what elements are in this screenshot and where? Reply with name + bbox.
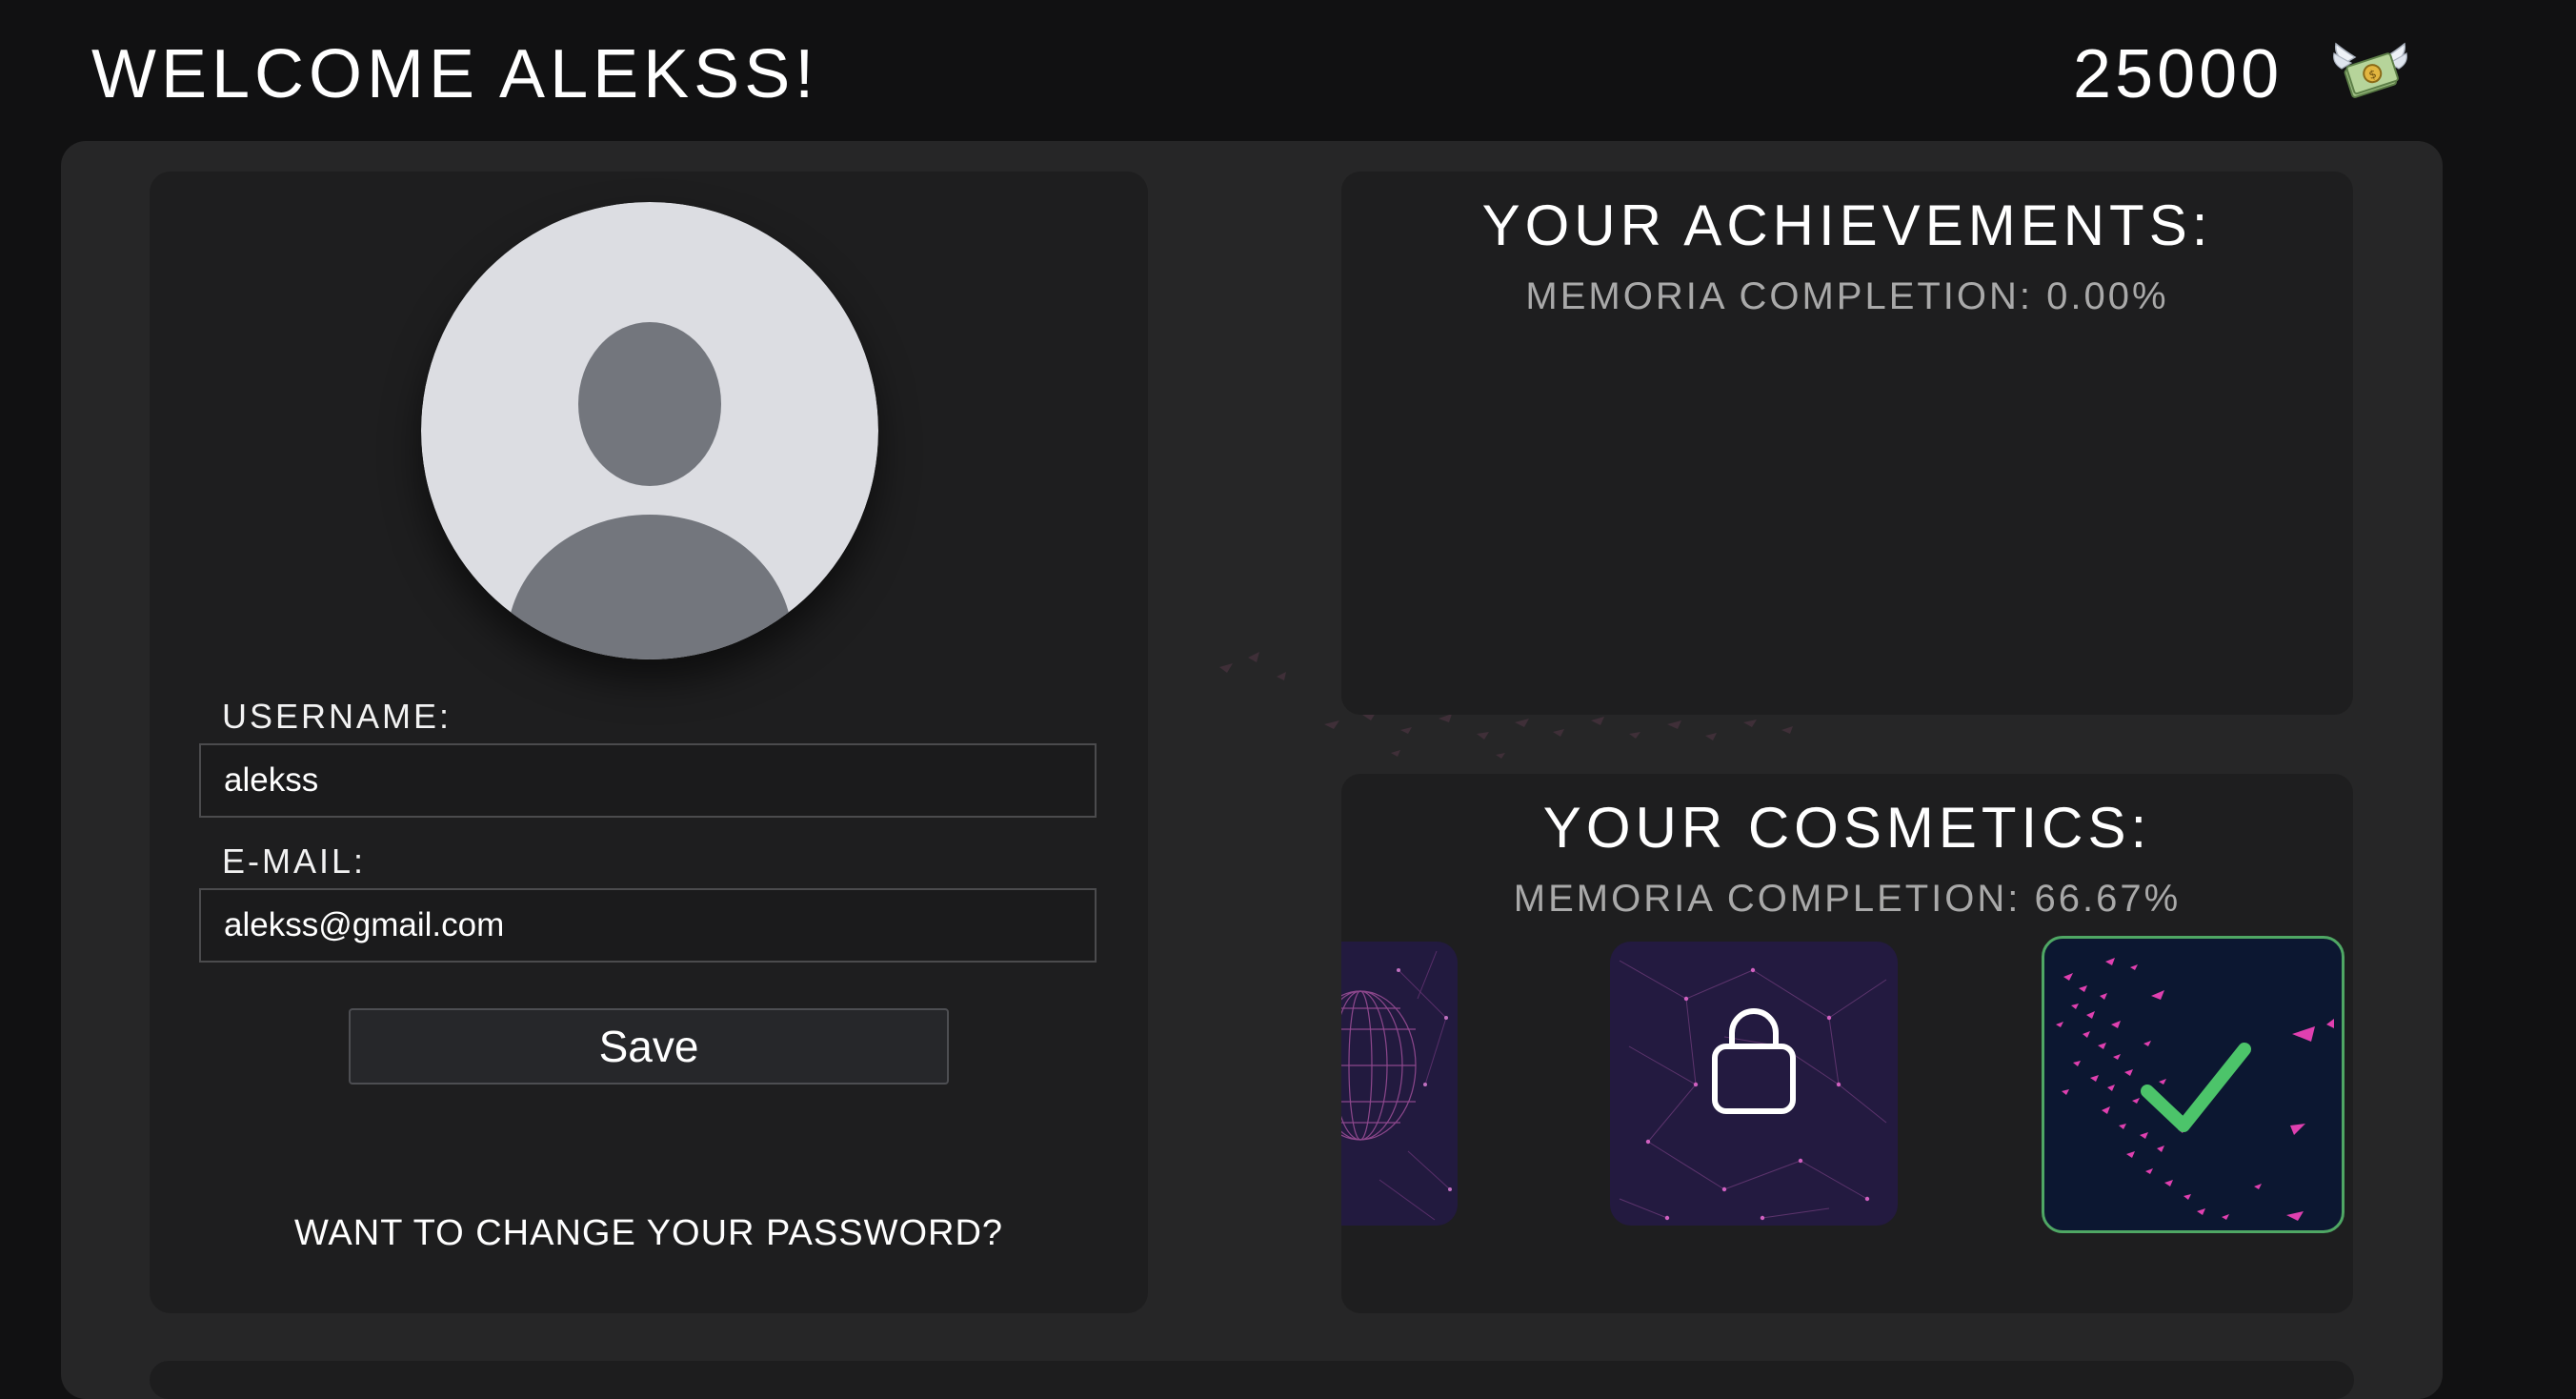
default-user-avatar-icon[interactable]: [421, 202, 878, 659]
save-button[interactable]: Save: [349, 1008, 949, 1085]
cosmetic-item-sphere[interactable]: [1341, 942, 1458, 1226]
coin-balance: 25000: [2073, 36, 2284, 112]
achievements-title: YOUR ACHIEVEMENTS:: [1481, 193, 2213, 257]
next-section-panel: [150, 1361, 2354, 1399]
email-input[interactable]: [199, 888, 1097, 963]
lock-icon: [1712, 1008, 1796, 1114]
network-sphere-icon: [1341, 950, 1452, 1221]
welcome-title: WELCOME ALEKSS!: [91, 36, 819, 112]
achievements-panel: YOUR ACHIEVEMENTS: MEMORIA COMPLETION: 0…: [1341, 172, 2353, 715]
cosmetic-item-selected[interactable]: [2042, 936, 2345, 1233]
money-with-wings-icon: $: [2333, 42, 2407, 98]
cosmetics-completion: MEMORIA COMPLETION: 66.67%: [1513, 878, 2182, 920]
cosmetics-title: YOUR COSMETICS:: [1542, 796, 2152, 860]
username-input[interactable]: [199, 743, 1097, 818]
email-label: E-MAIL:: [222, 841, 367, 881]
achievements-completion: MEMORIA COMPLETION: 0.00%: [1525, 275, 2169, 317]
checkmark-icon: [2141, 1043, 2251, 1132]
cosmetics-panel: YOUR COSMETICS: MEMORIA COMPLETION: 66.6…: [1341, 774, 2353, 1313]
top-bar: WELCOME ALEKSS! 25000 $: [0, 0, 2576, 141]
username-label: USERNAME:: [222, 697, 453, 736]
change-password-link[interactable]: WANT TO CHANGE YOUR PASSWORD?: [150, 1212, 1148, 1254]
cosmetic-item-locked[interactable]: [1610, 942, 1898, 1226]
